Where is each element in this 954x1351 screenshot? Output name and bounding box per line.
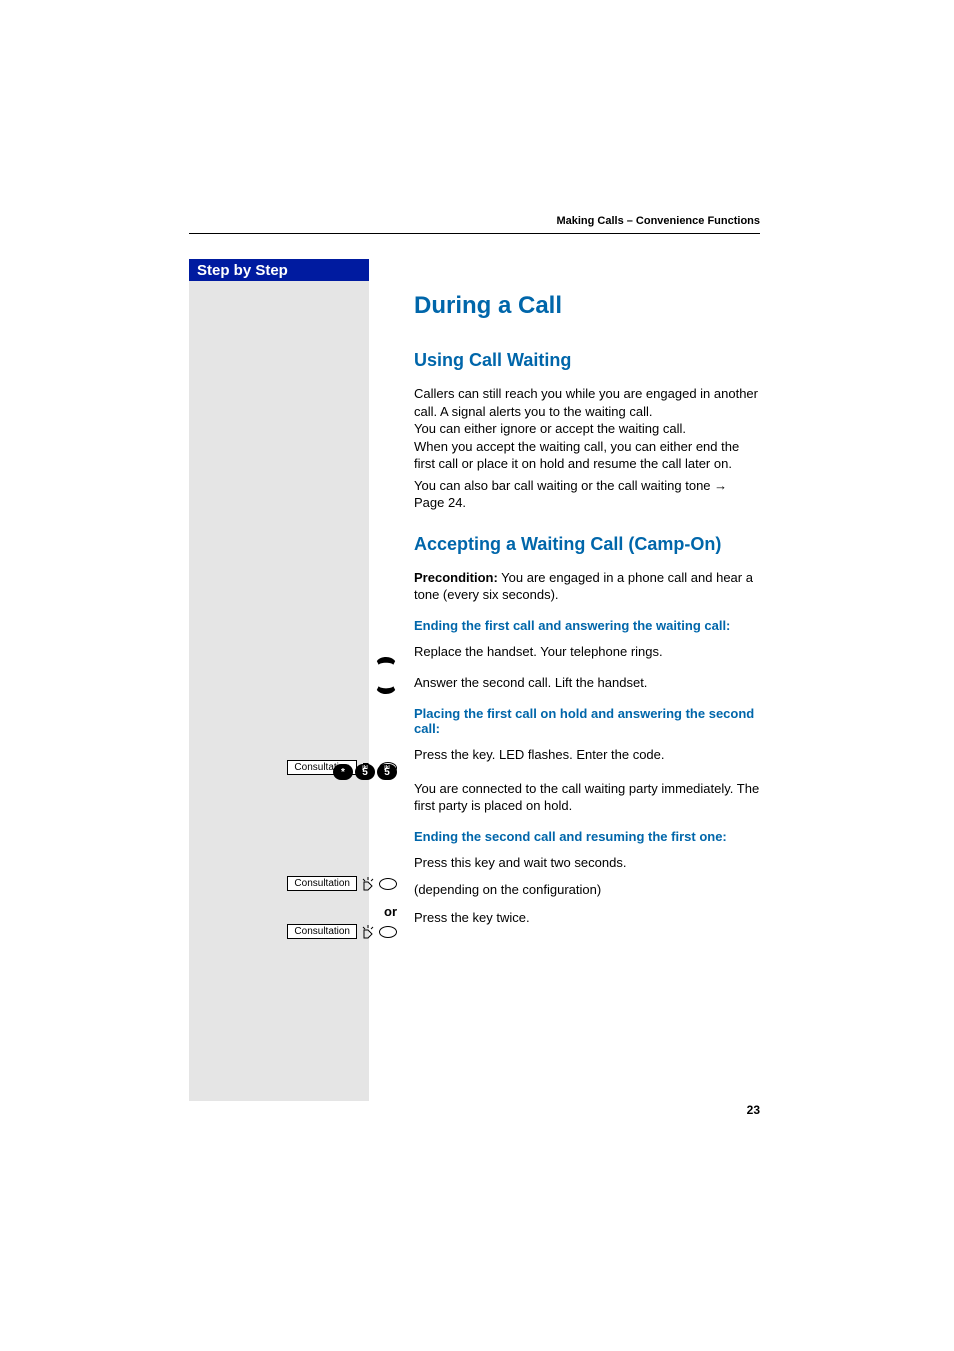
step-depending-config: (depending on the configuration) [414, 881, 760, 899]
or-label: or [189, 904, 397, 919]
subheading-placing-on-hold: Placing the first call on hold and answe… [414, 706, 760, 736]
heading-accepting-waiting-call: Accepting a Waiting Call (Camp-On) [414, 534, 760, 555]
sidebar-title-text: Step by Step [197, 262, 288, 279]
key-label-consultation: Consultation [287, 924, 357, 939]
step-press-key-led: Press the key. LED flashes. Enter the co… [414, 746, 760, 764]
main-content: During a Call Using Call Waiting Callers… [414, 292, 760, 940]
subheading-ending-first-call: Ending the first call and answering the … [414, 618, 760, 633]
key-label-consultation: Consultation [287, 876, 357, 891]
para-precondition: Precondition: You are engaged in a phone… [414, 569, 760, 604]
page-number: 23 [747, 1103, 760, 1117]
button-oval-icon [379, 878, 397, 890]
subheading-ending-second-call: Ending the second call and resuming the … [414, 829, 760, 844]
para-call-waiting-bar: You can also bar call waiting or the cal… [414, 477, 760, 512]
header-section-title: Making Calls – Convenience Functions [556, 215, 760, 227]
led-flash-icon [361, 877, 375, 891]
header-divider [189, 233, 760, 234]
step-press-twice: Press the key twice. [414, 909, 760, 927]
sidebar-title-bar: Step by Step [189, 259, 369, 281]
handset-up-icon [375, 682, 397, 696]
step-connected-waiting: You are connected to the call waiting pa… [414, 780, 760, 815]
para-call-waiting-intro: Callers can still reach you while you ar… [414, 385, 760, 473]
sidebar-background [189, 281, 369, 1101]
button-oval-icon [379, 926, 397, 938]
dial-key-5b: jkl5 [377, 764, 397, 780]
step-answer-second: Answer the second call. Lift the handset… [414, 674, 760, 692]
precondition-label: Precondition: [414, 570, 498, 585]
heading-using-call-waiting: Using Call Waiting [414, 350, 760, 371]
gutter-consultation-1: Consultation * jkl5 jkl5 [189, 760, 397, 780]
gutter-or: or [189, 904, 397, 919]
dial-key-5a: jkl5 [355, 764, 375, 780]
step-replace-handset: Replace the handset. Your telephone ring… [414, 643, 760, 661]
heading-during-call: During a Call [414, 292, 760, 320]
handset-down-icon [375, 655, 397, 669]
led-flash-icon [361, 925, 375, 939]
dial-key-star: * [333, 764, 353, 780]
step-press-wait-two: Press this key and wait two seconds. [414, 854, 760, 872]
